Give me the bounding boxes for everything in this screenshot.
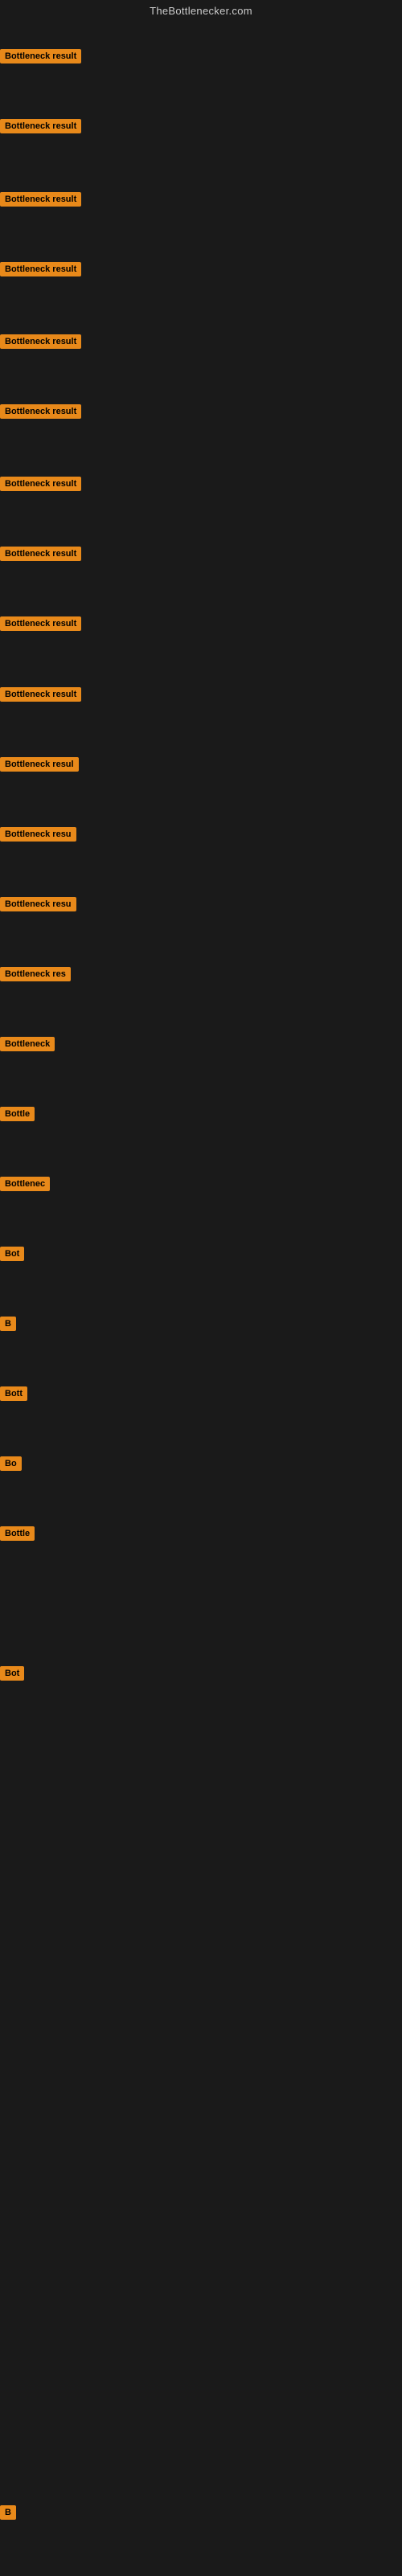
bottleneck-result-row: Bottle xyxy=(0,1107,35,1125)
bottleneck-result-row: Bo xyxy=(0,1456,22,1475)
bottleneck-result-badge[interactable]: Bottleneck result xyxy=(0,547,81,561)
bottleneck-result-row: B xyxy=(0,1317,16,1335)
bottleneck-result-badge[interactable]: Bottleneck result xyxy=(0,262,81,276)
bottleneck-result-row: Bottleneck res xyxy=(0,967,71,985)
bottleneck-result-row: Bottleneck resu xyxy=(0,827,76,846)
bottleneck-result-badge[interactable]: Bottlenec xyxy=(0,1177,50,1191)
bottleneck-result-row: Bottleneck xyxy=(0,1037,55,1055)
bottleneck-result-badge[interactable]: Bottle xyxy=(0,1107,35,1121)
bottleneck-result-badge[interactable]: Bottleneck result xyxy=(0,334,81,349)
bottleneck-result-row: Bottleneck result xyxy=(0,547,81,565)
bottleneck-result-badge[interactable]: Bottleneck resu xyxy=(0,897,76,911)
bottleneck-result-badge[interactable]: Bo xyxy=(0,1456,22,1471)
bottleneck-result-row: Bottle xyxy=(0,1526,35,1545)
bottleneck-result-row: Bottleneck result xyxy=(0,334,81,353)
bottleneck-result-row: Bottleneck result xyxy=(0,119,81,137)
bottleneck-result-badge[interactable]: Bottleneck result xyxy=(0,49,81,63)
bottleneck-result-row: Bottleneck result xyxy=(0,404,81,423)
bottleneck-result-badge[interactable]: Bot xyxy=(0,1666,24,1681)
bottleneck-result-row: B xyxy=(0,2505,16,2524)
bottleneck-result-badge[interactable]: Bottleneck result xyxy=(0,404,81,419)
bottleneck-result-badge[interactable]: Bottleneck xyxy=(0,1037,55,1051)
bottleneck-result-badge[interactable]: Bottleneck result xyxy=(0,687,81,702)
bottleneck-result-badge[interactable]: Bottleneck result xyxy=(0,616,81,631)
bottleneck-result-row: Bottleneck result xyxy=(0,49,81,68)
bottleneck-result-row: Bottleneck result xyxy=(0,616,81,635)
bottleneck-result-row: Bottleneck result xyxy=(0,192,81,211)
bottleneck-result-row: Bottlenec xyxy=(0,1177,50,1195)
bottleneck-result-row: Bott xyxy=(0,1386,27,1405)
site-title: TheBottlenecker.com xyxy=(0,0,402,20)
bottleneck-result-badge[interactable]: Bottleneck res xyxy=(0,967,71,981)
bottleneck-result-badge[interactable]: B xyxy=(0,2505,16,2520)
bottleneck-result-row: Bottleneck resu xyxy=(0,897,76,915)
bottleneck-result-row: Bot xyxy=(0,1666,24,1685)
bottleneck-result-badge[interactable]: Bottleneck resul xyxy=(0,757,79,772)
bottleneck-result-row: Bottleneck resul xyxy=(0,757,79,776)
bottleneck-result-row: Bottleneck result xyxy=(0,687,81,706)
bottleneck-result-badge[interactable]: Bottleneck result xyxy=(0,119,81,133)
bottleneck-result-badge[interactable]: Bottle xyxy=(0,1526,35,1541)
bottleneck-result-row: Bot xyxy=(0,1247,24,1265)
bottleneck-result-badge[interactable]: Bot xyxy=(0,1247,24,1261)
bottleneck-result-badge[interactable]: Bottleneck resu xyxy=(0,827,76,842)
bottleneck-result-badge[interactable]: Bottleneck result xyxy=(0,192,81,207)
bottleneck-result-row: Bottleneck result xyxy=(0,262,81,281)
bottleneck-result-row: Bottleneck result xyxy=(0,477,81,495)
bottleneck-result-badge[interactable]: B xyxy=(0,1317,16,1331)
bottleneck-result-badge[interactable]: Bott xyxy=(0,1386,27,1401)
bottleneck-result-badge[interactable]: Bottleneck result xyxy=(0,477,81,491)
